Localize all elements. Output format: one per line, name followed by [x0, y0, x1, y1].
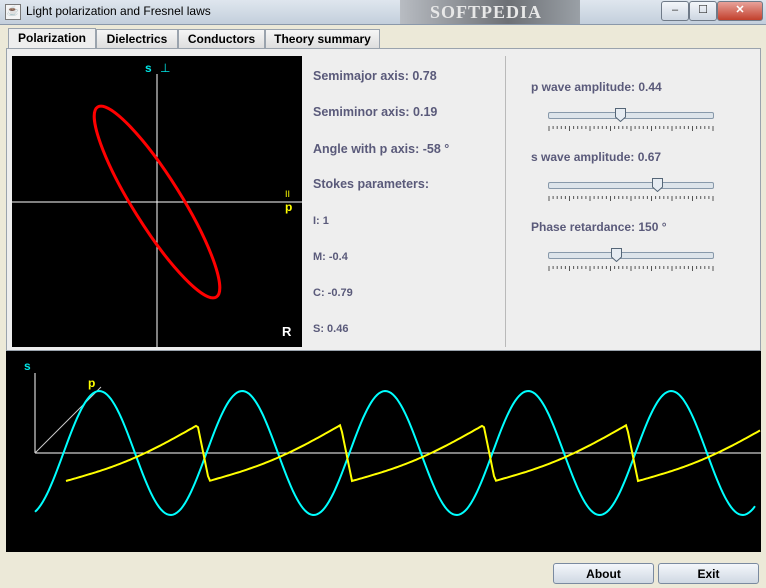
controls-panel: p wave amplitude: 0.44 s wave amplitude:…	[507, 56, 757, 347]
maximize-button[interactable]: ☐	[689, 1, 717, 21]
stokes-c-value: C: -0.79	[313, 287, 353, 299]
semimajor-axis-text: Semimajor axis: 0.78	[313, 69, 437, 83]
p-amplitude-slider-ticks	[548, 126, 714, 131]
panel-divider	[505, 56, 506, 347]
exit-button[interactable]: Exit	[658, 563, 759, 584]
p-axis-label: p	[285, 200, 292, 214]
p-amplitude-slider-track[interactable]	[548, 112, 714, 119]
window-title: Light polarization and Fresnel laws	[26, 4, 211, 18]
polarization-ellipse-plot: s ⊥ II p R	[12, 56, 302, 347]
phase-retardance-label: Phase retardance: 150 °	[531, 220, 667, 234]
phase-retardance-slider-ticks	[548, 266, 714, 271]
handedness-label: R	[282, 324, 292, 339]
phase-retardance-slider-track[interactable]	[548, 252, 714, 259]
about-button[interactable]: About	[553, 563, 654, 584]
parallel-symbol: II	[285, 189, 290, 199]
s-amplitude-label: s wave amplitude: 0.67	[531, 150, 662, 164]
wave-propagation-plot: s p	[6, 351, 761, 552]
phase-retardance-slider-thumb[interactable]	[610, 248, 622, 262]
p-amplitude-label: p wave amplitude: 0.44	[531, 80, 662, 94]
tab-theory-summary[interactable]: Theory summary	[265, 29, 380, 48]
p-amplitude-slider-thumb[interactable]	[614, 108, 626, 122]
s-wave-label: s	[24, 359, 31, 373]
stokes-parameters-heading: Stokes parameters:	[313, 177, 430, 191]
angle-with-p-axis-text: Angle with p axis: -58 °	[313, 142, 450, 156]
tab-dielectrics[interactable]: Dielectrics	[96, 29, 178, 48]
ellipse-info-panel: Semimajor axis: 0.78 Semiminor axis: 0.1…	[313, 56, 503, 347]
s-amplitude-slider-thumb[interactable]	[652, 178, 664, 192]
perpendicular-symbol: ⊥	[160, 61, 170, 75]
s-amplitude-slider-ticks	[548, 196, 714, 201]
close-button[interactable]: ✕	[717, 1, 763, 21]
stokes-m-value: M: -0.4	[313, 251, 348, 263]
p-wave-label: p	[88, 376, 95, 390]
semiminor-axis-text: Semiminor axis: 0.19	[313, 105, 438, 119]
softpedia-watermark: SOFTPEDIA	[400, 0, 580, 24]
stokes-s-value: S: 0.46	[313, 323, 349, 335]
minimize-button[interactable]: –	[661, 1, 689, 21]
java-app-icon: ☕	[5, 4, 21, 20]
stokes-i-value: I: 1	[313, 215, 329, 227]
s-axis-label: s	[145, 61, 152, 75]
s-amplitude-slider-track[interactable]	[548, 182, 714, 189]
tab-polarization[interactable]: Polarization	[8, 28, 96, 49]
title-bar: ☕ Light polarization and Fresnel laws SO…	[0, 0, 766, 25]
tab-conductors[interactable]: Conductors	[178, 29, 265, 48]
